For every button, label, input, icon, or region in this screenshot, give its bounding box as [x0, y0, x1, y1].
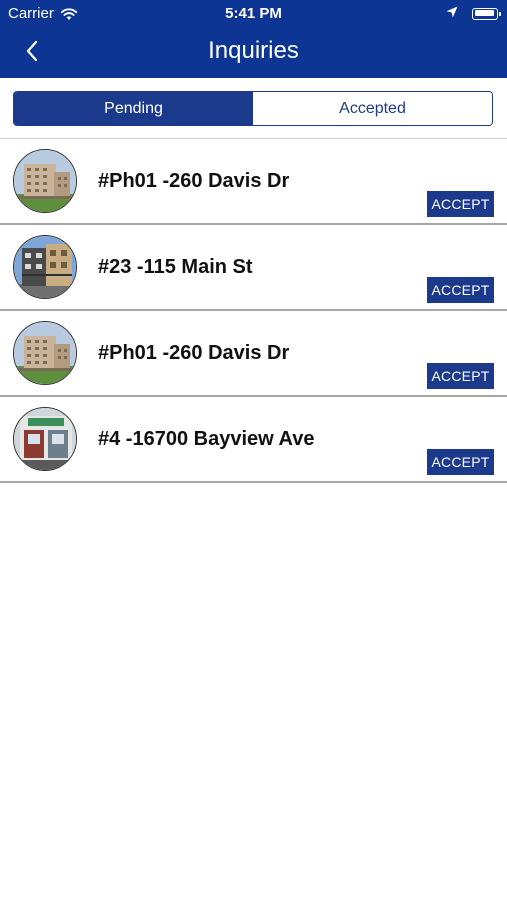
status-tabs: Pending Accepted [13, 91, 493, 126]
location-arrow-icon [446, 5, 458, 22]
property-address: #23 -115 Main St [98, 256, 253, 278]
status-indicators [446, 5, 501, 22]
status-time: 5:41 PM [225, 5, 282, 22]
property-address: #4 -16700 Bayview Ave [98, 428, 315, 450]
property-thumbnail [13, 407, 77, 471]
property-address: #Ph01 -260 Davis Dr [98, 170, 290, 192]
inquiry-item[interactable]: #Ph01 -260 Davis Dr ACCEPT [0, 311, 507, 397]
battery-icon [472, 7, 501, 20]
accept-button[interactable]: ACCEPT [427, 449, 494, 475]
inquiry-item[interactable]: #4 -16700 Bayview Ave ACCEPT [0, 397, 507, 483]
property-thumbnail [13, 321, 77, 385]
inquiry-item[interactable]: #23 -115 Main St ACCEPT [0, 225, 507, 311]
accept-button[interactable]: ACCEPT [427, 363, 494, 389]
nav-bar: Carrier 5:41 PM Inquiries [0, 0, 507, 78]
page-title: Inquiries [208, 37, 299, 64]
tab-accepted[interactable]: Accepted [253, 92, 492, 125]
inquiry-list: #Ph01 -260 Davis Dr ACCEPT #23 -115 Main… [0, 139, 507, 483]
accept-button[interactable]: ACCEPT [427, 191, 494, 217]
accept-button[interactable]: ACCEPT [427, 277, 494, 303]
property-address: #Ph01 -260 Davis Dr [98, 342, 290, 364]
status-bar: Carrier 5:41 PM [0, 0, 507, 28]
inquiry-item[interactable]: #Ph01 -260 Davis Dr ACCEPT [0, 139, 507, 225]
property-thumbnail [13, 235, 77, 299]
tab-pending[interactable]: Pending [14, 92, 253, 125]
property-thumbnail [13, 149, 77, 213]
